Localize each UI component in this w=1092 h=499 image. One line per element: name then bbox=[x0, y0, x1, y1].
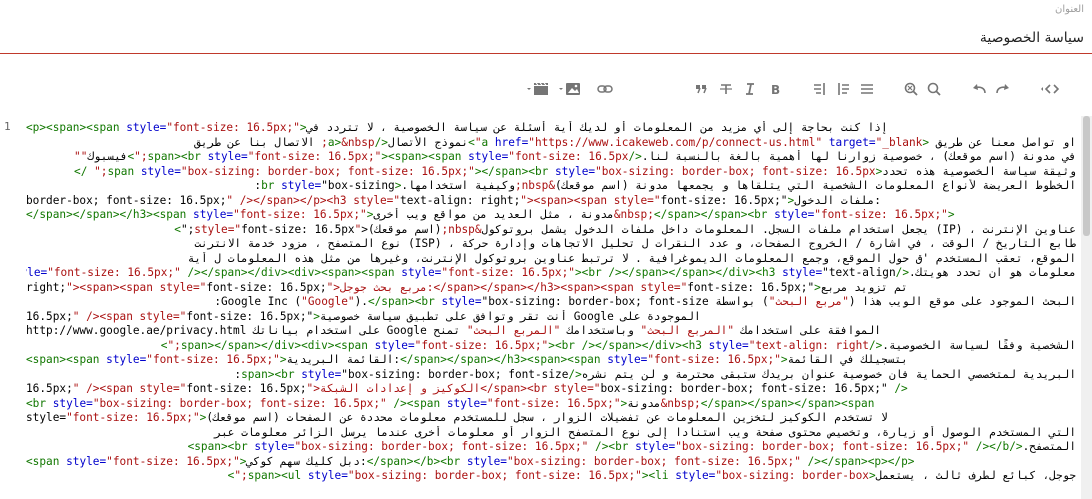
code-line[interactable]: المتصفح.</span><br style="box-sizing: bo… bbox=[26, 440, 1076, 455]
code-line[interactable]: <span><span style="font-size: 16.5px;">ا… bbox=[26, 353, 1076, 368]
code-line[interactable]: البحث الموجود على موقع الويب هذا ("مربع … bbox=[26, 295, 1076, 310]
code-line[interactable]: </span></span></h3><span style="font-siz… bbox=[26, 208, 1076, 223]
link-icon[interactable] bbox=[594, 78, 616, 100]
italic-icon[interactable] bbox=[739, 78, 761, 100]
align-right-icon[interactable] bbox=[833, 78, 855, 100]
quote-icon[interactable] bbox=[690, 78, 712, 100]
media-icon[interactable] bbox=[524, 78, 552, 100]
code-line[interactable]: في مدونة (اسم موقعك) ، خصوصية زوارنا لها… bbox=[26, 150, 1076, 165]
svg-text:B: B bbox=[771, 83, 780, 95]
code-line[interactable]: الشخصية وفقًا لسياسة الخصوصية.</span></s… bbox=[26, 339, 1076, 354]
line-gutter: 1 bbox=[0, 116, 22, 499]
code-line[interactable]: <br style="box-sizing: border-box; font-… bbox=[26, 397, 1076, 412]
code-line[interactable]: البريدية لمتخصصي الحماية فان خصوصية عنوا… bbox=[26, 368, 1076, 383]
code-line[interactable]: <span style="font-size: 16.5px;">دبل كلي… bbox=[26, 455, 1076, 470]
code-view-icon[interactable] bbox=[1036, 78, 1062, 100]
code-line[interactable]: عناوين الإنترنت ، (IP) يجعل استخدام ملفا… bbox=[26, 223, 1076, 238]
code-line[interactable]: الخطوط العريضة لأنواع المعلومات الشخصية … bbox=[26, 179, 1076, 194]
code-line[interactable]: <p><span><span style="font-size: 16.5px;… bbox=[26, 121, 1076, 136]
code-line[interactable]: style="font-size: 16.5px;">(اسم موقعك) ل… bbox=[26, 411, 1076, 426]
line-number: 1 bbox=[4, 120, 11, 133]
code-line[interactable]: جوجل، كبائع لطرف ثالث ، يستعمل<span><ul … bbox=[26, 469, 1076, 484]
title-input[interactable]: سياسة الخصوصية bbox=[980, 30, 1084, 46]
html-source-editor[interactable]: 1 <p><span><span style="font-size: 16.5p… bbox=[0, 116, 1081, 499]
source-code[interactable]: <p><span><span style="font-size: 16.5px;… bbox=[26, 121, 1076, 484]
align-icon[interactable] bbox=[856, 78, 878, 100]
scrollbar-thumb[interactable] bbox=[1083, 116, 1090, 236]
strikethrough-icon[interactable] bbox=[715, 78, 737, 100]
bold-icon[interactable]: B bbox=[764, 78, 786, 100]
editor-toolbar: B bbox=[0, 78, 1092, 102]
code-line[interactable]: 16.5px;" /><span style="font-size: 16.5p… bbox=[26, 310, 1076, 325]
undo-icon[interactable] bbox=[968, 78, 990, 100]
editor-scrollbar[interactable] bbox=[1081, 116, 1092, 499]
search-icon[interactable] bbox=[923, 78, 945, 100]
code-line[interactable]: http://www.google.ae/privacy.html على اس… bbox=[26, 324, 1076, 339]
code-line[interactable]: right;"><span><span style="font-size: 16… bbox=[26, 281, 1076, 296]
code-line[interactable]: او تواصل معنا عن طريق <a href="https://w… bbox=[26, 136, 1076, 151]
code-line[interactable]: معلومات هو ان تحدد هويتك.</span><br styl… bbox=[26, 266, 1076, 281]
code-line[interactable]: طابع التاريخ / الوقت ، في اشارة / الخروج… bbox=[26, 237, 1076, 252]
align-left-icon[interactable] bbox=[808, 78, 830, 100]
code-line[interactable]: 16.5px;" /><span style="font-size: 16.5p… bbox=[26, 382, 1076, 397]
code-line[interactable]: الموقع، تعقب المستخدم 'ق حول الموقع، وجم… bbox=[26, 252, 1076, 267]
redo-icon[interactable] bbox=[992, 78, 1014, 100]
code-line[interactable]: border-box; font-size: 16.5px;" /></span… bbox=[26, 194, 1076, 209]
code-line[interactable]: وثيقة سياسة الخصوصية هذه تحدد<span style… bbox=[26, 165, 1076, 180]
image-icon[interactable] bbox=[556, 78, 584, 100]
title-label: العنوان bbox=[1055, 4, 1084, 15]
search-replace-icon[interactable] bbox=[900, 78, 922, 100]
code-line[interactable]: التي المستخدم الوصول أو زيارة، وتخصيص مح… bbox=[26, 426, 1076, 441]
title-field: العنوان سياسة الخصوصية bbox=[0, 0, 1092, 54]
